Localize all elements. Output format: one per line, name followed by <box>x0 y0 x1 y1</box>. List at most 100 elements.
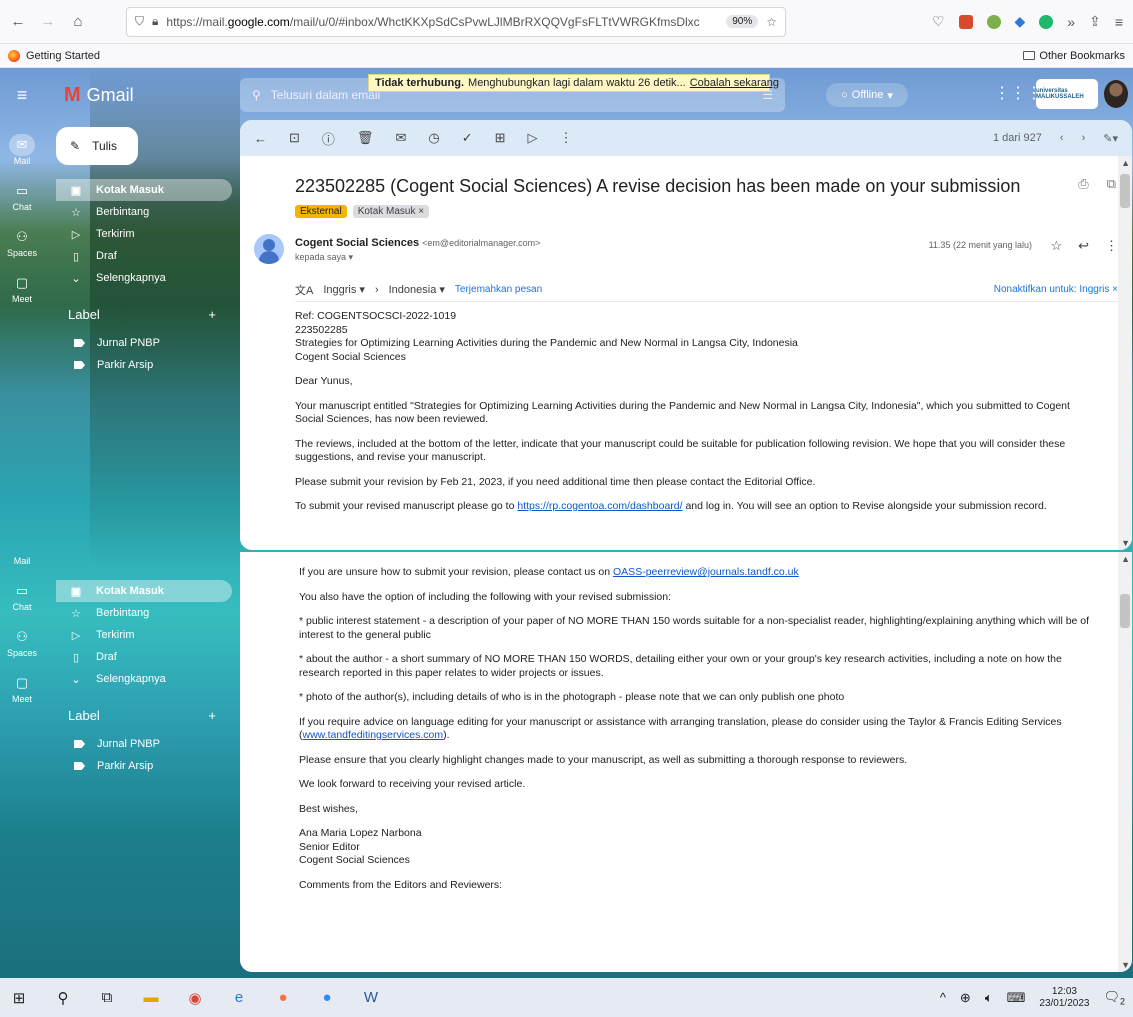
sender-name[interactable]: Cogent Social Sciences <em@editorialmana… <box>295 237 540 249</box>
label-jurnal-pnbp[interactable]: Jurnal PNBP <box>56 733 232 755</box>
paragraph: * public interest statement - a descript… <box>299 615 1090 641</box>
peerreview-email-link[interactable]: OASS-peerreview@journals.tandf.co.uk <box>613 566 799 578</box>
more-icon[interactable]: ⋮ <box>1105 238 1118 254</box>
print-icon[interactable]: ⎙ <box>1078 176 1088 192</box>
translate-message-link[interactable]: Terjemahkan pesan <box>455 284 542 295</box>
label-icon[interactable]: ▷ <box>528 130 538 146</box>
inbox-icon: ▣ <box>70 585 82 598</box>
windows-start-icon[interactable]: ⊞ <box>8 987 30 1009</box>
notifications-icon[interactable]: 🗨︎2 <box>1103 989 1125 1007</box>
snooze-icon[interactable]: ◷ <box>428 130 439 146</box>
word-icon[interactable]: W <box>360 987 382 1009</box>
move-to-icon[interactable]: ⊞ <box>495 130 506 146</box>
firefox-icon[interactable]: ● <box>272 987 294 1009</box>
search-icon[interactable]: ⚲ <box>52 987 74 1009</box>
tray-chevron-up-icon[interactable]: ^ <box>940 990 946 1005</box>
more-actions-icon[interactable]: ⋮ <box>560 130 573 146</box>
nav-item-inbox[interactable]: ▣ Kotak Masuk <box>56 580 232 602</box>
offline-status-button[interactable]: ○ Offline ▾ <box>826 83 908 107</box>
add-task-icon[interactable]: ✓ <box>462 130 473 146</box>
add-label-icon[interactable]: + <box>208 307 216 322</box>
delete-icon[interactable]: 🗑︎ <box>357 130 374 146</box>
forward-icon[interactable]: → <box>36 10 60 34</box>
google-apps-icon[interactable]: ⋮⋮⋮ <box>994 83 1042 103</box>
nav-item-sent[interactable]: ▷ Terkirim <box>56 624 232 646</box>
search-input[interactable]: Telusuri dalam email <box>271 88 380 102</box>
chrome-icon[interactable]: ◉ <box>184 987 206 1009</box>
recipient-details[interactable]: kepada saya ▾ <box>295 252 353 263</box>
editing-services-link[interactable]: www.tandfeditingservices.com <box>303 729 444 741</box>
extension-globe-icon[interactable] <box>986 14 1001 29</box>
message-counter: 1 dari 927 <box>992 132 1042 144</box>
gmail-logo[interactable]: M Gmail <box>64 84 134 107</box>
hamburger-menu-icon[interactable]: ≡ <box>1115 14 1123 30</box>
task-view-icon[interactable]: ⧉ <box>96 987 118 1009</box>
nav-item-drafts[interactable]: ▯ Draf <box>56 646 232 668</box>
url-bar[interactable]: ⛉ 🔒︎ https://mail.google.com/mail/u/0/#i… <box>126 6 786 37</box>
disable-translate-link[interactable]: Nonaktifkan untuk: Inggris × <box>994 284 1118 295</box>
offline-notice: Tidak terhubung. Menghubungkan lagi dala… <box>368 74 779 92</box>
extension-green-icon[interactable] <box>1039 14 1054 29</box>
volume-icon[interactable]: 🔈︎ <box>985 990 993 1006</box>
clock[interactable]: 12:03 23/01/2023 <box>1039 986 1089 1010</box>
inbox-chip[interactable]: Kotak Masuk × <box>352 205 430 218</box>
overflow-icon[interactable]: » <box>1067 14 1075 30</box>
star-icon[interactable]: ☆ <box>1050 238 1062 254</box>
account-avatar[interactable] <box>1104 80 1128 108</box>
nav-item-more[interactable]: ⌄ Selengkapnya <box>56 267 232 289</box>
nav-item-starred[interactable]: ☆ Berbintang <box>56 201 232 223</box>
edge-icon[interactable]: e <box>228 987 250 1009</box>
rail-spaces[interactable]: ⚇ Spaces <box>7 626 37 658</box>
main-menu-icon[interactable]: ≡ <box>0 85 44 106</box>
nav-item-starred[interactable]: ☆ Berbintang <box>56 602 232 624</box>
keyboard-icon[interactable]: ⌨ <box>1007 990 1026 1006</box>
open-new-window-icon[interactable]: ⧉ <box>1107 176 1116 192</box>
scrollbar[interactable]: ▲ ▼ <box>1118 156 1132 550</box>
zoom-icon[interactable]: ● <box>316 987 338 1009</box>
file-explorer-icon[interactable]: ▬ <box>140 987 162 1009</box>
rail-mail[interactable]: Mail <box>14 556 31 566</box>
nav-item-more[interactable]: ⌄ Selengkapnya <box>56 668 232 690</box>
bookmark-other[interactable]: Other Bookmarks <box>1023 50 1125 62</box>
bookmark-star-icon[interactable]: ☆ <box>766 15 777 29</box>
compose-button[interactable]: ✎ Tulis <box>56 127 138 165</box>
extension-sc-icon[interactable] <box>958 14 973 29</box>
label-parkir-arsip[interactable]: Parkir Arsip <box>56 354 232 376</box>
bookmark-getting-started[interactable]: Getting Started <box>26 50 100 62</box>
pocket-icon[interactable]: ♡ <box>932 13 945 30</box>
report-spam-icon[interactable]: ⓘ <box>322 129 335 148</box>
add-label-icon[interactable]: + <box>208 708 216 723</box>
rail-chat[interactable]: ▭ Chat <box>9 180 35 212</box>
archive-icon[interactable]: ⊡ <box>289 130 300 146</box>
home-icon[interactable]: ⌂ <box>66 10 90 34</box>
back-to-inbox-icon[interactable]: ← <box>254 131 267 146</box>
mark-unread-icon[interactable]: ✉ <box>395 130 406 146</box>
extension-drive-icon[interactable]: ◆ <box>1015 13 1026 30</box>
rail-chat[interactable]: ▭ Chat <box>9 580 35 612</box>
translate-from-select[interactable]: Inggris ▾ <box>323 283 365 296</box>
nav-item-inbox[interactable]: ▣ Kotak Masuk <box>56 179 232 201</box>
back-icon[interactable]: ← <box>6 10 30 34</box>
retry-now-link[interactable]: Cobalah sekarang <box>690 77 779 89</box>
browser-toolbar: ← → ⌂ ⛉ 🔒︎ https://mail.google.com/mail/… <box>0 0 1133 44</box>
zoom-level[interactable]: 90% <box>726 15 759 28</box>
label-jurnal-pnbp[interactable]: Jurnal PNBP <box>56 332 232 354</box>
pencil-icon: ✎ <box>70 139 81 153</box>
rail-spaces[interactable]: ⚇ Spaces <box>7 226 37 258</box>
reply-icon[interactable]: ↩ <box>1078 238 1089 254</box>
dashboard-link[interactable]: https://rp.cogentoa.com/dashboard/ <box>517 500 682 512</box>
input-tools-icon[interactable]: ✎▾ <box>1103 132 1118 145</box>
rail-mail[interactable]: ✉ Mail <box>9 134 35 166</box>
older-icon[interactable]: › <box>1082 132 1086 144</box>
network-icon[interactable]: ⊕ <box>960 990 971 1006</box>
nav-item-drafts[interactable]: ▯ Draf <box>56 245 232 267</box>
nav-item-sent[interactable]: ▷ Terkirim <box>56 223 232 245</box>
rail-meet[interactable]: ▢ Meet <box>9 672 35 704</box>
share-icon[interactable]: ⇪ <box>1089 13 1101 30</box>
label-parkir-arsip[interactable]: Parkir Arsip <box>56 755 232 777</box>
search-icon[interactable]: ⚲ <box>252 88 261 102</box>
scrollbar[interactable]: ▲ ▼ <box>1118 552 1132 972</box>
newer-icon[interactable]: ‹ <box>1060 132 1064 144</box>
translate-to-select[interactable]: Indonesia ▾ <box>389 283 445 296</box>
rail-meet[interactable]: ▢ Meet <box>9 272 35 304</box>
